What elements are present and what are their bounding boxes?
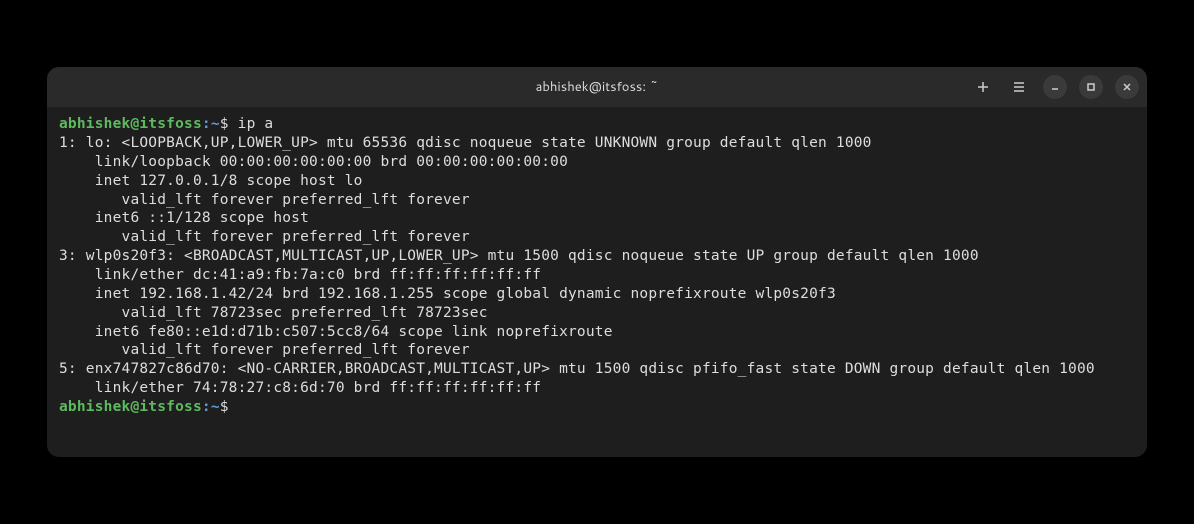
new-tab-button[interactable] — [971, 75, 995, 99]
output-line: link/ether dc:41:a9:fb:7a:c0 brd ff:ff:f… — [59, 266, 1135, 285]
output-line: link/loopback 00:00:00:00:00:00 brd 00:0… — [59, 153, 1135, 172]
prompt-dollar: $ — [220, 399, 229, 415]
hamburger-icon — [1012, 80, 1026, 94]
output-line: 3: wlp0s20f3: <BROADCAST,MULTICAST,UP,LO… — [59, 247, 1135, 266]
plus-icon — [976, 80, 990, 94]
output-line: 5: enx747827c86d70: <NO-CARRIER,BROADCAS… — [59, 360, 1135, 379]
titlebar: abhishek@itsfoss: ~ — [47, 67, 1147, 107]
minimize-button[interactable] — [1043, 75, 1067, 99]
maximize-icon — [1086, 82, 1096, 92]
window-title: abhishek@itsfoss: ~ — [536, 78, 659, 96]
prompt-colon: : — [202, 116, 211, 132]
prompt-line-1: abhishek@itsfoss:~$ ip a — [59, 115, 1135, 134]
prompt-user: abhishek@itsfoss — [59, 399, 202, 415]
output-line: inet 192.168.1.42/24 brd 192.168.1.255 s… — [59, 285, 1135, 304]
minimize-icon — [1050, 82, 1060, 92]
output-line: link/ether 74:78:27:c8:6d:70 brd ff:ff:f… — [59, 379, 1135, 398]
prompt-colon: : — [202, 399, 211, 415]
prompt-line-2: abhishek@itsfoss:~$ — [59, 398, 1135, 417]
close-icon — [1122, 82, 1132, 92]
output-line: valid_lft 78723sec preferred_lft 78723se… — [59, 304, 1135, 323]
prompt-dollar: $ — [220, 116, 229, 132]
output-line: inet6 ::1/128 scope host — [59, 209, 1135, 228]
prompt-path: ~ — [211, 116, 220, 132]
output-line: 1: lo: <LOOPBACK,UP,LOWER_UP> mtu 65536 … — [59, 134, 1135, 153]
output-line: valid_lft forever preferred_lft forever — [59, 191, 1135, 210]
maximize-button[interactable] — [1079, 75, 1103, 99]
output-line: valid_lft forever preferred_lft forever — [59, 228, 1135, 247]
prompt-user: abhishek@itsfoss — [59, 116, 202, 132]
output-line: valid_lft forever preferred_lft forever — [59, 341, 1135, 360]
titlebar-controls — [971, 75, 1139, 99]
terminal-body[interactable]: abhishek@itsfoss:~$ ip a1: lo: <LOOPBACK… — [47, 107, 1147, 457]
command-text: ip a — [238, 116, 274, 132]
menu-button[interactable] — [1007, 75, 1031, 99]
output-line: inet6 fe80::e1d:d71b:c507:5cc8/64 scope … — [59, 323, 1135, 342]
terminal-window: abhishek@itsfoss: ~ abhishek@itsfoss:~$ … — [47, 67, 1147, 457]
output-line: inet 127.0.0.1/8 scope host lo — [59, 172, 1135, 191]
close-button[interactable] — [1115, 75, 1139, 99]
prompt-path: ~ — [211, 399, 220, 415]
